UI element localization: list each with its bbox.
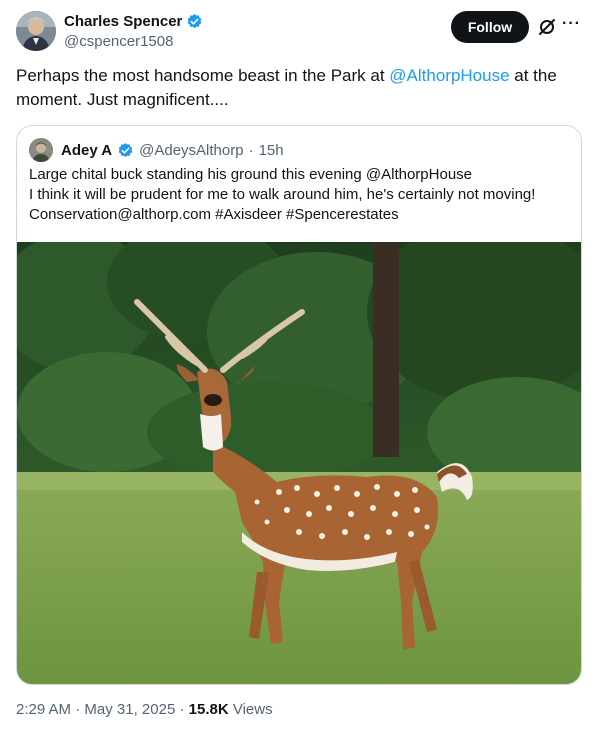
quoted-separator: ·: [248, 141, 254, 159]
more-options-icon[interactable]: ···: [562, 15, 582, 35]
meta-separator: ·: [175, 701, 189, 718]
quoted-text-line: Large chital buck standing his ground th…: [29, 166, 472, 183]
quoted-tweet-text: Large chital buck standing his ground th…: [29, 165, 569, 225]
tweet-mention-link[interactable]: @AlthorpHouse: [389, 66, 509, 85]
tweet-meta: 2:29 AM · May 31, 2025 · 15.8K Views: [16, 700, 273, 720]
quoted-author-handle[interactable]: @AdeysAlthorp: [139, 142, 243, 159]
tweet-header: Charles Spencer @cspencer1508 Follow ···: [16, 10, 582, 52]
grok-icon[interactable]: [537, 17, 557, 37]
quoted-tweet[interactable]: Adey A @AdeysAlthorp · 15h Large chital …: [16, 125, 582, 685]
quoted-tweet-header: Adey A @AdeysAlthorp · 15h: [29, 138, 284, 162]
author-display-name[interactable]: Charles Spencer: [64, 12, 182, 31]
quoted-time[interactable]: 15h: [259, 142, 284, 159]
quoted-verified-badge-icon: [117, 142, 134, 159]
author-display-name-row[interactable]: Charles Spencer: [64, 12, 203, 31]
author-handle[interactable]: @cspencer1508: [64, 32, 203, 52]
views-label: Views: [228, 701, 273, 718]
meta-separator: ·: [71, 701, 85, 718]
author-avatar[interactable]: [16, 11, 56, 51]
quoted-author-avatar[interactable]: [29, 138, 53, 162]
chital-buck-photo[interactable]: [17, 222, 581, 684]
tweet-date[interactable]: May 31, 2025: [84, 701, 175, 718]
quoted-text-line: I think it will be prudent for me to wal…: [29, 186, 536, 203]
tweet-text: Perhaps the most handsome beast in the P…: [16, 64, 579, 112]
author-names: Charles Spencer @cspencer1508: [64, 12, 203, 52]
tweet-text-part1: Perhaps the most handsome beast in the P…: [16, 66, 390, 85]
deer-photo-illustration: [17, 222, 581, 684]
verified-badge-icon[interactable]: [186, 13, 203, 30]
quoted-text-line: Conservation@althorp.com #Axisdeer #Spen…: [29, 206, 399, 223]
follow-button[interactable]: Follow: [451, 11, 529, 43]
quoted-author-name[interactable]: Adey A: [61, 142, 112, 159]
tweet-time[interactable]: 2:29 AM: [16, 701, 71, 718]
views-count[interactable]: 15.8K: [189, 701, 229, 718]
